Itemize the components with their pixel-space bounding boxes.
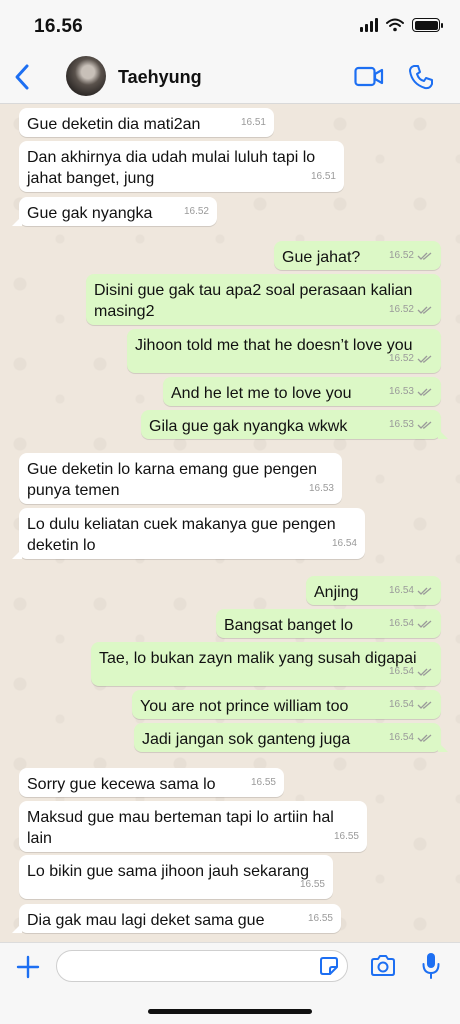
message-text-line: jahat banget, jung xyxy=(27,170,155,187)
message-text-line: Maksud gue mau berteman tapi lo artiin h… xyxy=(27,809,334,826)
message-text-line: deketin lo xyxy=(27,537,96,554)
message-incoming[interactable]: Gue gak nyangka 16.52 xyxy=(12,197,217,226)
message-time: 16.52 xyxy=(388,250,414,261)
message-time: 16.54 xyxy=(331,538,357,549)
status-bar: 16.56 xyxy=(0,0,460,50)
message-outgoing[interactable]: Disini gue gak tau apa2 soal perasaan ka… xyxy=(86,274,441,325)
double-check-icon xyxy=(417,355,432,363)
message-incoming[interactable]: Dia gak mau lagi deket sama gue 16.55 xyxy=(12,904,341,933)
message-incoming[interactable]: Gue deketin dia mati2an 16.51 xyxy=(19,108,274,137)
message-outgoing[interactable]: And he let me to love you 16.53 xyxy=(163,377,441,406)
home-indicator xyxy=(148,1009,312,1014)
message-text-line: masing2 xyxy=(94,303,155,320)
double-check-icon xyxy=(417,306,432,314)
double-check-icon xyxy=(417,668,432,676)
message-time: 16.52 xyxy=(388,304,414,315)
battery-icon xyxy=(412,18,443,32)
message-time: 16.54 xyxy=(388,666,414,677)
message-incoming[interactable]: Maksud gue mau berteman tapi lo artiin h… xyxy=(19,801,367,852)
message-time: 16.53 xyxy=(388,386,414,397)
message-text: You are not prince william too xyxy=(140,698,349,715)
double-check-icon xyxy=(417,620,432,628)
status-icons xyxy=(360,18,443,32)
message-input[interactable] xyxy=(56,950,348,982)
message-incoming[interactable]: Sorry gue kecewa sama lo 16.55 xyxy=(19,768,284,797)
message-outgoing[interactable]: Jihoon told me that he doesn’t love you … xyxy=(127,329,441,373)
double-check-icon xyxy=(417,252,432,260)
message-text: Gue deketin dia mati2an xyxy=(27,116,201,133)
status-time: 16.56 xyxy=(34,16,84,37)
plus-icon[interactable] xyxy=(16,955,40,979)
message-text: Jadi jangan sok ganteng juga xyxy=(142,731,351,748)
message-text-line: Disini gue gak tau apa2 soal perasaan ka… xyxy=(94,282,413,299)
message-text: Jihoon told me that he doesn’t love you xyxy=(135,337,413,354)
sticker-icon[interactable] xyxy=(319,956,339,976)
message-time: 16.55 xyxy=(250,777,276,788)
message-time: 16.51 xyxy=(310,171,336,182)
message-time: 16.52 xyxy=(388,353,414,364)
chevron-left-icon[interactable] xyxy=(12,63,32,91)
message-time: 16.54 xyxy=(388,618,414,629)
message-text: Dia gak mau lagi deket sama gue xyxy=(27,912,265,929)
message-text: Tae, lo bukan zayn malik yang susah diga… xyxy=(99,650,417,667)
message-text-line: Lo dulu keliatan cuek makanya gue pengen xyxy=(27,516,336,533)
video-camera-icon[interactable] xyxy=(354,65,384,89)
composer-bar xyxy=(0,942,460,1024)
message-outgoing[interactable]: Gue jahat? 16.52 xyxy=(274,241,441,270)
double-check-icon xyxy=(417,421,432,429)
message-outgoing[interactable]: Anjing 16.54 xyxy=(306,576,441,605)
double-check-icon xyxy=(417,701,432,709)
message-time: 16.55 xyxy=(299,879,325,890)
message-time: 16.55 xyxy=(307,913,333,924)
message-outgoing[interactable]: Jadi jangan sok ganteng juga 16.54 xyxy=(134,723,448,752)
message-outgoing[interactable]: Bangsat banget lo 16.54 xyxy=(216,609,441,638)
message-outgoing[interactable]: Gila gue gak nyangka wkwk 16.53 xyxy=(141,410,448,439)
message-time: 16.54 xyxy=(388,585,414,596)
message-text: Bangsat banget lo xyxy=(224,617,353,634)
chat-header: Taehyung xyxy=(0,50,460,104)
cellular-signal-icon xyxy=(360,18,378,32)
message-time: 16.52 xyxy=(183,206,209,217)
microphone-icon[interactable] xyxy=(422,952,440,980)
message-incoming[interactable]: Lo bikin gue sama jihoon jauh sekarang 1… xyxy=(19,855,333,899)
message-outgoing[interactable]: Tae, lo bukan zayn malik yang susah diga… xyxy=(91,642,441,686)
message-time: 16.54 xyxy=(388,699,414,710)
message-list[interactable]: Gue deketin dia mati2an 16.51 Dan akhirn… xyxy=(0,104,460,942)
message-text: Gue jahat? xyxy=(282,249,361,266)
message-text: Lo bikin gue sama jihoon jauh sekarang xyxy=(27,863,309,880)
message-text: And he let me to love you xyxy=(171,385,352,402)
double-check-icon xyxy=(417,734,432,742)
message-time: 16.54 xyxy=(388,732,414,743)
message-incoming[interactable]: Lo dulu keliatan cuek makanya gue pengen… xyxy=(12,508,365,559)
message-text-line: punya temen xyxy=(27,482,120,499)
message-text: Sorry gue kecewa sama lo xyxy=(27,776,216,793)
contact-name[interactable]: Taehyung xyxy=(118,67,202,88)
message-time: 16.55 xyxy=(333,831,359,842)
avatar[interactable] xyxy=(66,56,106,96)
message-outgoing[interactable]: You are not prince william too 16.54 xyxy=(132,690,441,719)
message-text-line: Gue deketin lo karna emang gue pengen xyxy=(27,461,317,478)
message-time: 16.53 xyxy=(308,483,334,494)
message-text: Anjing xyxy=(314,584,359,601)
phone-icon[interactable] xyxy=(408,64,434,90)
message-time: 16.53 xyxy=(388,419,414,430)
double-check-icon xyxy=(417,587,432,595)
message-text: Gue gak nyangka xyxy=(27,205,153,222)
camera-icon[interactable] xyxy=(370,955,396,977)
message-text-line: Dan akhirnya dia udah mulai luluh tapi l… xyxy=(27,149,316,166)
message-text: Gila gue gak nyangka wkwk xyxy=(149,418,348,435)
message-incoming[interactable]: Gue deketin lo karna emang gue pengen pu… xyxy=(19,453,342,504)
double-check-icon xyxy=(417,388,432,396)
message-time: 16.51 xyxy=(240,117,266,128)
wifi-icon xyxy=(386,18,404,32)
message-incoming[interactable]: Dan akhirnya dia udah mulai luluh tapi l… xyxy=(19,141,344,192)
message-text-line: lain xyxy=(27,830,52,847)
